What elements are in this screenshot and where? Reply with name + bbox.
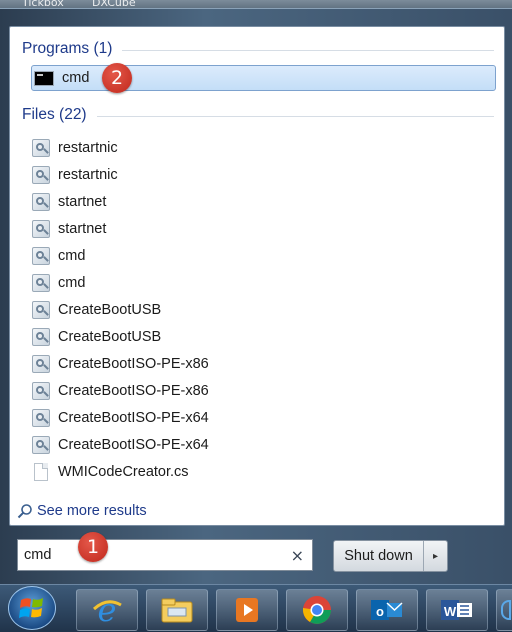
windows-logo-icon	[19, 598, 43, 618]
see-more-results-link[interactable]: See more results	[17, 503, 147, 519]
batch-file-icon	[32, 166, 50, 184]
chrome-icon	[303, 596, 331, 624]
batch-file-icon	[32, 355, 50, 373]
start-menu: Programs (1) cmd Files (22) restartnic r…	[0, 8, 512, 585]
batch-file-icon	[32, 328, 50, 346]
file-result-label: CreateBootISO-PE-x86	[58, 356, 209, 372]
divider	[96, 115, 494, 117]
file-result-label: CreateBootISO-PE-x64	[58, 437, 209, 453]
internet-explorer-icon: e	[92, 593, 122, 627]
file-result[interactable]: WMICodeCreator.cs	[32, 460, 492, 484]
clear-search-button[interactable]: ×	[291, 546, 304, 565]
program-result-cmd[interactable]: cmd	[31, 65, 496, 91]
media-app-icon	[236, 598, 258, 622]
divider	[122, 49, 494, 51]
file-result[interactable]: CreateBootUSB	[32, 298, 492, 322]
chrome-button[interactable]	[286, 589, 348, 631]
file-result-label: cmd	[58, 275, 86, 291]
svg-text:o: o	[376, 604, 384, 619]
word-icon: W	[441, 600, 472, 620]
file-result[interactable]: CreateBootISO-PE-x64	[32, 406, 492, 430]
see-more-label: See more results	[37, 503, 147, 519]
batch-file-icon	[32, 193, 50, 211]
batch-file-icon	[32, 436, 50, 454]
file-explorer-button[interactable]	[146, 589, 208, 631]
shutdown-options-arrow-icon[interactable]: ▸	[424, 541, 447, 571]
svg-text:e: e	[98, 593, 117, 627]
text-file-icon	[34, 463, 48, 481]
file-result-label: CreateBootUSB	[58, 329, 162, 345]
batch-file-icon	[32, 409, 50, 427]
shutdown-button-group: Shut down ▸	[333, 540, 448, 572]
file-result[interactable]: cmd	[32, 244, 492, 268]
batch-file-icon	[32, 274, 50, 292]
file-result[interactable]: CreateBootISO-PE-x86	[32, 379, 492, 403]
batch-file-icon	[32, 301, 50, 319]
batch-file-icon	[32, 247, 50, 265]
programs-header-label: Programs (1)	[22, 40, 113, 57]
file-result-label: restartnic	[58, 167, 118, 183]
program-result-label: cmd	[62, 70, 90, 86]
file-result-label: CreateBootUSB	[58, 302, 162, 318]
file-result[interactable]: CreateBootISO-PE-x64	[32, 433, 492, 457]
file-result[interactable]: startnet	[32, 217, 492, 241]
app-icon	[501, 600, 511, 620]
programs-group-header[interactable]: Programs (1)	[22, 38, 494, 60]
svg-text:W: W	[444, 604, 457, 619]
file-result-label: cmd	[58, 248, 86, 264]
step-badge-2: 2	[102, 63, 132, 93]
taskbar: e o W	[0, 584, 512, 632]
outlook-button[interactable]: o	[356, 589, 418, 631]
magnifier-icon	[17, 504, 32, 519]
shutdown-button[interactable]: Shut down	[334, 541, 424, 571]
files-group-header[interactable]: Files (22)	[22, 104, 494, 126]
file-result[interactable]: CreateBootUSB	[32, 325, 492, 349]
file-result-label: startnet	[58, 221, 107, 237]
files-header-label: Files (22)	[22, 106, 87, 123]
step-badge-1: 1	[78, 532, 108, 562]
file-result[interactable]: startnet	[32, 190, 492, 214]
file-result-label: CreateBootISO-PE-x86	[58, 383, 209, 399]
overflow-taskbar-button[interactable]	[496, 589, 512, 631]
word-button[interactable]: W	[426, 589, 488, 631]
outlook-icon: o	[371, 600, 403, 620]
file-result-label: WMICodeCreator.cs	[58, 464, 189, 480]
start-button[interactable]	[8, 586, 56, 630]
console-icon	[34, 70, 54, 86]
batch-file-icon	[32, 139, 50, 157]
search-box[interactable]: ×	[17, 539, 313, 571]
media-app-button[interactable]	[216, 589, 278, 631]
file-result[interactable]: CreateBootISO-PE-x86	[32, 352, 492, 376]
file-result[interactable]: restartnic	[32, 163, 492, 187]
internet-explorer-button[interactable]: e	[76, 589, 138, 631]
search-results-panel: Programs (1) cmd Files (22) restartnic r…	[9, 26, 505, 526]
file-result[interactable]: cmd	[32, 271, 492, 295]
file-result-label: restartnic	[58, 140, 118, 156]
file-result[interactable]: restartnic	[32, 136, 492, 160]
batch-file-icon	[32, 382, 50, 400]
file-result-label: CreateBootISO-PE-x64	[58, 410, 209, 426]
file-explorer-icon	[161, 598, 193, 623]
search-input[interactable]	[18, 546, 266, 564]
file-result-label: startnet	[58, 194, 107, 210]
batch-file-icon	[32, 220, 50, 238]
